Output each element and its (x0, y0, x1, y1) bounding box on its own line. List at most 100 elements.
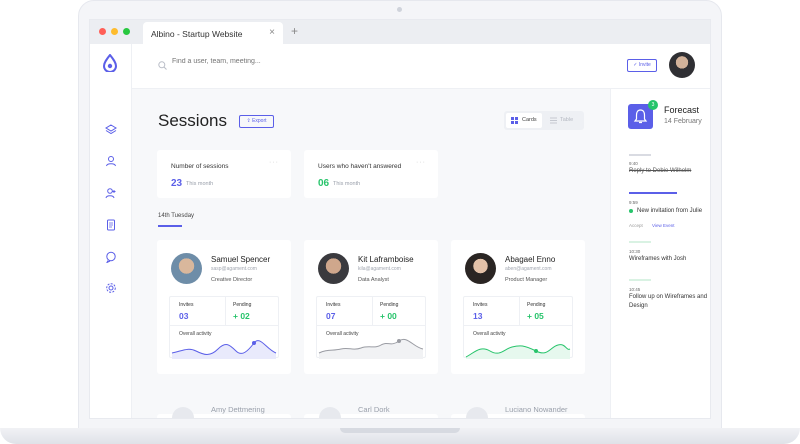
activity-chart (318, 338, 424, 359)
stat-card-unanswered: Users who haven't answered ··· 06 This m… (304, 150, 438, 198)
event-time: 10:45 (629, 287, 641, 292)
cards-label: Cards (522, 117, 537, 123)
pending-value: + 05 (527, 311, 544, 321)
avatar (171, 253, 202, 284)
camera-dot (397, 7, 402, 12)
more-icon[interactable]: ··· (416, 159, 426, 166)
list-icon (550, 117, 557, 124)
stat-label: Users who haven't answered (318, 163, 402, 170)
card-stats: Invites 03 Pending + 02 Overall activity (169, 296, 279, 359)
divider (317, 325, 425, 326)
divider (519, 297, 520, 325)
activity-chart (171, 340, 277, 359)
main-content: Sessions ⇪ Export Cards Table Number of … (132, 89, 610, 418)
page-title: Sessions (158, 111, 227, 130)
event-time: 9:59 (629, 200, 638, 205)
user-name: Abagael Enno (505, 255, 556, 264)
event-text[interactable]: New invitation from Julie (637, 207, 710, 216)
user-card[interactable]: Abagael Enno aben@agament.com Product Ma… (451, 240, 585, 374)
screen: Albino - Startup Website × + ✓ Invite (90, 20, 710, 418)
avatar (319, 407, 341, 418)
user-card[interactable]: Samuel Spencer sasp@agament.com Creative… (157, 240, 291, 374)
invite-button[interactable]: ✓ Invite (627, 59, 657, 72)
search-input[interactable] (172, 58, 372, 65)
stat-sub: This month (186, 181, 214, 187)
browser-chrome: Albino - Startup Website × + (90, 20, 710, 44)
invites-label: Invites (179, 302, 194, 308)
new-tab-button[interactable]: + (291, 24, 298, 38)
browser-tab[interactable]: Albino - Startup Website × (143, 22, 283, 44)
search-icon (158, 61, 167, 70)
stat-value: 23 (171, 178, 183, 189)
divider (372, 297, 373, 325)
activity-chart (465, 344, 571, 359)
panel-date: 14 February (664, 118, 702, 125)
event-time: 9:40 (629, 161, 638, 166)
user-email: sasp@agament.com (211, 266, 257, 272)
divider (170, 325, 278, 326)
user-email: kila@agament.com (358, 266, 401, 272)
avatar (318, 253, 349, 284)
avatar (466, 407, 488, 418)
close-window-button[interactable] (99, 28, 106, 35)
event-bar (629, 241, 651, 243)
stat-sub: This month (333, 181, 361, 187)
user-role: Product Manager (505, 277, 548, 283)
user-role: Creative Director (211, 277, 253, 283)
pending-label: Pending (380, 302, 399, 308)
settings-icon[interactable] (105, 282, 117, 294)
user-name: Carl Dork (358, 405, 390, 414)
top-bar: ✓ Invite (132, 44, 710, 89)
invites-value: 07 (326, 311, 336, 321)
document-icon[interactable] (105, 219, 117, 231)
event-text[interactable]: Wireframes with Josh (629, 255, 710, 264)
event-bar (629, 154, 651, 156)
table-label: Table (560, 117, 574, 123)
user-name: Luciano Nowander (505, 405, 568, 414)
stat-card-sessions: Number of sessions ··· 23 This month (157, 150, 291, 198)
invites-label: Invites (326, 302, 341, 308)
pending-value: + 02 (233, 311, 250, 321)
more-icon[interactable]: ··· (269, 159, 279, 166)
view-toggle: Cards Table (504, 111, 584, 130)
grid-icon (511, 117, 518, 124)
date-tab-underline (158, 225, 182, 227)
divider (464, 325, 572, 326)
card-stats: Invites 13 Pending + 05 Overall activity (463, 296, 573, 359)
panel-title: Forecast (664, 105, 700, 115)
stat-value: 06 (318, 178, 330, 189)
event-text[interactable]: Follow up on Wireframes and Design (629, 293, 710, 311)
layers-icon[interactable] (105, 124, 117, 136)
minimize-window-button[interactable] (111, 28, 118, 35)
pending-value: + 00 (380, 311, 397, 321)
avatar (172, 407, 194, 418)
user-avatar[interactable] (669, 52, 695, 78)
logo-icon[interactable] (102, 54, 118, 72)
event-time: 10:30 (629, 249, 641, 254)
event-text[interactable]: Reply to Debie Wilhelm (629, 167, 710, 176)
invites-value: 03 (179, 311, 189, 321)
tab-title: Albino - Startup Website (151, 29, 243, 39)
date-tab[interactable]: 14th Tuesday (158, 213, 194, 219)
avatar (465, 253, 496, 284)
user-card[interactable]: Kit Laframboise kila@agament.com Data An… (304, 240, 438, 374)
status-dot (629, 209, 633, 213)
notification-badge: 3 (648, 100, 658, 110)
accept-button[interactable]: Accept (629, 223, 643, 228)
user-name: Samuel Spencer (211, 255, 271, 264)
user-add-icon[interactable] (105, 187, 117, 199)
sidebar (90, 44, 132, 418)
cards-view-button[interactable]: Cards (506, 113, 542, 128)
export-button[interactable]: ⇪ Export (239, 115, 274, 128)
forecast-panel: 3 Forecast 14 February 9:40 Reply to Deb… (610, 89, 710, 418)
laptop-notch (340, 428, 460, 433)
table-view-button[interactable]: Table (546, 113, 582, 128)
maximize-window-button[interactable] (123, 28, 130, 35)
event-actions: Accept View Event (629, 223, 682, 228)
close-icon[interactable]: × (269, 27, 275, 38)
users-icon[interactable] (105, 155, 117, 167)
pending-label: Pending (233, 302, 252, 308)
chat-icon[interactable] (105, 251, 117, 263)
card-stats: Invites 07 Pending + 00 Overall activity (316, 296, 426, 359)
view-event-link[interactable]: View Event (652, 223, 674, 228)
